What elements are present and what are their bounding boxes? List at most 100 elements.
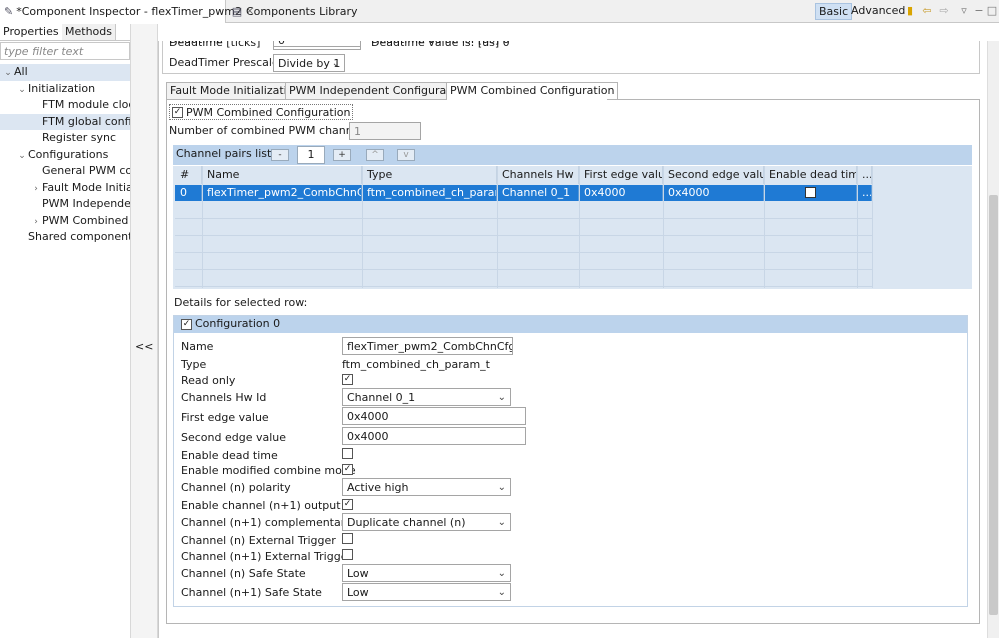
col-header-index[interactable]: # xyxy=(175,166,202,184)
tab-properties[interactable]: Properties xyxy=(0,24,63,41)
ext-trigger-n1-checkbox[interactable] xyxy=(342,549,353,560)
basic-mode-button[interactable]: Basic xyxy=(815,3,853,20)
second-edge-field[interactable]: 0x4000 xyxy=(342,427,526,445)
maximize-icon[interactable]: □ xyxy=(985,3,999,19)
tree-item[interactable]: FTM module clock xyxy=(0,97,130,114)
cell-first-edge[interactable]: 0x4000 xyxy=(579,185,663,201)
rows-count-field[interactable]: 1 xyxy=(297,146,325,164)
tree-item-label: Shared components xyxy=(28,230,130,243)
col-header-second-edge[interactable]: Second edge value xyxy=(663,166,764,184)
note-icon[interactable]: ▮ xyxy=(903,3,917,19)
tree-item[interactable]: Shared components xyxy=(0,229,130,246)
move-up-button[interactable]: ^ xyxy=(366,149,384,161)
polarity-select[interactable]: Active high ⌄ xyxy=(342,478,511,496)
tree-item[interactable]: General PWM con xyxy=(0,163,130,180)
library-icon: ▤ xyxy=(231,5,243,18)
cell-type[interactable]: ftm_combined_ch_param_t xyxy=(362,185,497,201)
advanced-mode-button[interactable]: Advanced xyxy=(848,3,908,20)
chevron-down-icon[interactable]: ⌄ xyxy=(2,65,14,81)
tree-item[interactable]: PWM Independen xyxy=(0,196,130,213)
enable-combined-checkbox[interactable]: ✓ xyxy=(172,106,183,118)
divider xyxy=(0,40,130,41)
back-icon[interactable]: ⇦ xyxy=(920,3,934,19)
tab-methods[interactable]: Methods xyxy=(62,24,116,41)
grid-line xyxy=(175,252,872,253)
tree-item-label: General PWM con xyxy=(42,164,130,177)
add-row-button[interactable]: + xyxy=(333,149,351,161)
tree-item[interactable]: › Fault Mode Initiali xyxy=(0,180,130,197)
chevron-down-icon[interactable]: ⌄ xyxy=(16,148,28,164)
col-header-hw-id[interactable]: Channels Hw Id xyxy=(497,166,579,184)
tree-item-label: Configurations xyxy=(28,147,109,161)
chevron-down-icon[interactable]: ⌄ xyxy=(16,82,28,98)
enable-combined-option[interactable]: ✓ PWM Combined Configuration xyxy=(169,104,354,120)
col-header-name[interactable]: Name xyxy=(202,166,362,184)
safe-state-n1-select[interactable]: Low ⌄ xyxy=(342,583,511,601)
col-header-more[interactable]: ... xyxy=(857,166,872,184)
cell-dead-time[interactable] xyxy=(764,185,857,201)
configuration-header[interactable]: ✓ Configuration 0 xyxy=(174,316,967,333)
remove-row-button[interactable]: - xyxy=(271,149,289,161)
grid-line xyxy=(764,166,765,288)
tree-item[interactable]: FTM global config xyxy=(0,113,130,130)
tab-pwm-independent[interactable]: PWM Independent Configuration xyxy=(285,82,472,100)
grid-line xyxy=(175,286,872,287)
safe-state-n-label: Channel (n) Safe State xyxy=(181,567,306,580)
tree-item[interactable]: Register sync xyxy=(0,130,130,147)
modified-combine-checkbox[interactable]: ✓ xyxy=(342,464,353,475)
enable-combined-label: PWM Combined Configuration xyxy=(186,105,351,119)
tab-components-library-label: Components Library xyxy=(246,5,358,18)
safe-state-n1-value: Low xyxy=(347,586,369,599)
complementary-select[interactable]: Duplicate channel (n) ⌄ xyxy=(342,513,511,531)
tab-component-inspector[interactable]: ✎ *Component Inspector - flexTimer_pwm2 … xyxy=(0,0,254,23)
dead-time-checkbox[interactable] xyxy=(342,448,353,459)
deadtime-value-text: 0 xyxy=(274,41,360,46)
prescaler-select[interactable]: Divide by 1 ⌄ xyxy=(273,54,345,72)
scrollbar-thumb[interactable] xyxy=(989,195,998,615)
deadtime-field-tail[interactable]: 0 xyxy=(273,41,361,47)
first-edge-field[interactable]: 0x4000 xyxy=(342,407,526,425)
tree-item-label: FTM global config xyxy=(42,114,130,128)
tree-item[interactable]: › PWM Combined C xyxy=(0,213,130,230)
readonly-label: Read only xyxy=(181,374,236,387)
tab-fault-mode[interactable]: Fault Mode Initialization xyxy=(166,82,305,100)
collapse-panel-button[interactable]: << xyxy=(135,340,153,353)
chevron-down-icon: ⌄ xyxy=(497,587,506,598)
cell-hw-id[interactable]: Channel 0_1 xyxy=(497,185,579,201)
chevron-right-icon[interactable]: › xyxy=(30,214,42,230)
col-header-type[interactable]: Type xyxy=(362,166,497,184)
tab-components-library[interactable]: ▤ Components Library xyxy=(227,0,362,23)
minimize-icon[interactable]: − xyxy=(972,3,986,19)
cell-name[interactable]: flexTimer_pwm2_CombChnCfg0 xyxy=(202,185,362,201)
tree-item[interactable]: ⌄ All xyxy=(0,64,130,81)
cell-index[interactable]: 0 xyxy=(175,185,202,201)
tree-item[interactable]: ⌄ Initialization xyxy=(0,81,130,98)
channel-output-checkbox[interactable]: ✓ xyxy=(342,499,353,510)
filter-input[interactable]: type filter text xyxy=(0,42,130,60)
prescaler-label: DeadTimer Prescaler xyxy=(169,56,284,69)
move-down-button[interactable]: v xyxy=(397,149,415,161)
splitter-top xyxy=(130,24,158,41)
panel-splitter[interactable] xyxy=(130,24,158,638)
col-header-first-edge[interactable]: First edge value xyxy=(579,166,663,184)
safe-state-n1-label: Channel (n+1) Safe State xyxy=(181,586,322,599)
readonly-checkbox[interactable]: ✓ xyxy=(342,374,353,385)
ext-trigger-n-checkbox[interactable] xyxy=(342,533,353,544)
forward-icon[interactable]: ⇨ xyxy=(937,3,951,19)
tree-item-label: Register sync xyxy=(42,131,117,144)
safe-state-n-select[interactable]: Low ⌄ xyxy=(342,564,511,582)
tree-item[interactable]: ⌄ Configurations xyxy=(0,147,130,164)
grid-line xyxy=(497,166,498,288)
chevron-right-icon[interactable]: › xyxy=(30,181,42,197)
grid-line xyxy=(175,235,872,236)
hw-id-select[interactable]: Channel 0_1 ⌄ xyxy=(342,388,511,406)
name-field[interactable]: flexTimer_pwm2_CombChnCfg0 xyxy=(342,337,513,355)
view-menu-icon[interactable]: ▿ xyxy=(957,3,971,19)
cell-more[interactable]: ... xyxy=(857,185,872,201)
dead-time-checkbox[interactable] xyxy=(805,187,816,198)
left-tabs-strip: Properties Methods xyxy=(0,24,130,41)
cell-second-edge[interactable]: 0x4000 xyxy=(663,185,764,201)
col-header-dead-time[interactable]: Enable dead time xyxy=(764,166,857,184)
property-tree: ⌄All⌄InitializationFTM module clockFTM g… xyxy=(0,64,130,246)
configuration-checkbox[interactable]: ✓ xyxy=(181,319,192,330)
